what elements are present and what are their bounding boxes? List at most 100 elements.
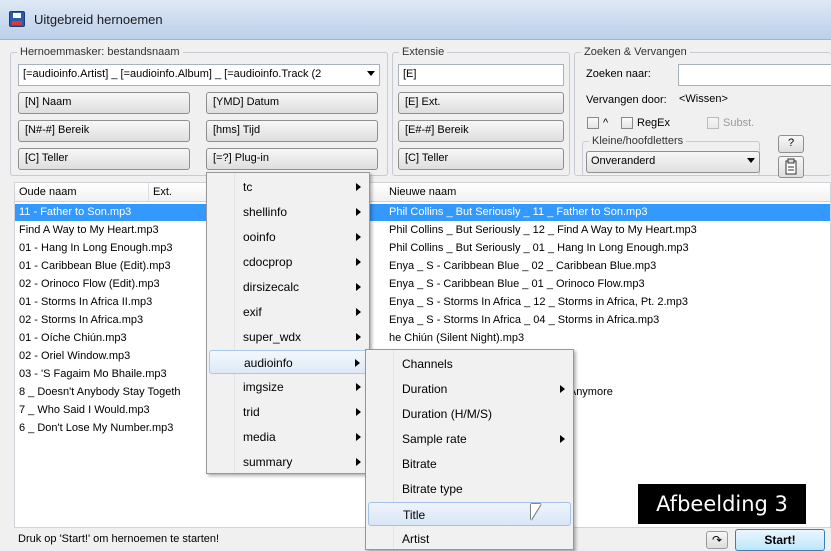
new-name-cell: Enya _ S - Caribbean Blue _ 01 _ Orinoco… (389, 278, 645, 290)
ext-button[interactable]: [E] Ext. (398, 92, 564, 114)
menu-item-label: super_wdx (243, 330, 302, 344)
menu-item-trid[interactable]: trid (209, 400, 367, 424)
clipboard-icon (785, 158, 797, 175)
replace-label: Vervangen door: (586, 94, 667, 106)
mask-input[interactable]: [=audioinfo.Artist] _ [=audioinfo.Album]… (18, 64, 380, 86)
menu-item-media[interactable]: media (209, 425, 367, 449)
old-name-cell: 02 - Oriel Window.mp3 (19, 350, 131, 362)
case-select[interactable]: Onveranderd (586, 151, 760, 173)
menu-item-label: Channels (402, 357, 453, 371)
caret-label: ^ (603, 117, 609, 129)
menu-item-label: cdocprop (243, 255, 293, 269)
replace-input[interactable]: <Wissen> (678, 90, 831, 112)
table-row[interactable]: Find A Way to My Heart.mp3 Phil Collins _… (15, 222, 830, 239)
ext-counter-button[interactable]: [C] Teller (398, 148, 564, 170)
column-ext[interactable]: Ext. (149, 183, 207, 201)
search-legend: Zoeken & Vervangen (584, 46, 687, 58)
menu-item-label: dirsizecalc (243, 280, 300, 294)
submenu-arrow-icon (356, 408, 361, 416)
plugin-button[interactable]: [=?] Plug-in (206, 148, 378, 170)
old-name-cell: 7 _ Who Said I Would.mp3 (19, 404, 150, 416)
submenu-arrow-icon (356, 308, 361, 316)
regex-checkbox[interactable] (621, 117, 633, 129)
menu-item-ooinfo[interactable]: ooinfo (209, 225, 367, 249)
table-row[interactable]: 02 - Orinoco Flow (Edit).mp3 Enya _ S - C… (15, 276, 830, 293)
submenu-arrow-icon (356, 208, 361, 216)
new-name-cell: Phil Collins _ But Seriously _ 01 _ Hang… (389, 242, 689, 254)
table-row[interactable]: 02 - Storms In Africa.mp3 Enya _ S - Stor… (15, 312, 830, 329)
menu-item-tc[interactable]: tc (209, 175, 367, 199)
table-row[interactable]: 01 - Oíche Chiún.mp3 he Chiún (Silent Nig… (15, 330, 830, 347)
name-button[interactable]: [N] Naam (18, 92, 190, 114)
find-input[interactable] (678, 64, 831, 86)
menu-item-bitrate[interactable]: Bitrate (368, 452, 571, 476)
window-title: Uitgebreid hernoemen (34, 12, 163, 27)
menu-item-label: Duration (402, 382, 448, 396)
menu-item-label: media (243, 430, 276, 444)
counter-button[interactable]: [C] Teller (18, 148, 190, 170)
menu-item-exif[interactable]: exif (209, 300, 367, 324)
menu-item-label: exif (243, 305, 262, 319)
mask-value: [=audioinfo.Artist] _ [=audioinfo.Album]… (23, 68, 322, 80)
menu-item-dirsizecalc[interactable]: dirsizecalc (209, 275, 367, 299)
ext-input[interactable]: [E] (398, 64, 564, 86)
subst-label: Subst. (723, 117, 755, 129)
caret-checkbox[interactable] (587, 117, 599, 129)
menu-item-audioinfo[interactable]: audioinfo (209, 350, 367, 374)
table-row[interactable]: 01 - Hang In Long Enough.mp3 Phil Collins… (15, 240, 830, 257)
app-icon (9, 11, 25, 27)
menu-item-label: tc (243, 180, 253, 194)
ext-range-button[interactable]: [E#-#] Bereik (398, 120, 564, 142)
menu-item-channels[interactable]: Channels (368, 352, 571, 376)
old-name-cell: 01 - Caribbean Blue (Edit).mp3 (19, 260, 171, 272)
table-row[interactable]: 01 - Storms In Africa II.mp3 Enya _ S - S… (15, 294, 830, 311)
new-name-cell: he Chiún (Silent Night).mp3 (389, 332, 525, 344)
menu-item-label: ooinfo (243, 230, 276, 244)
old-name-cell: 01 - Oíche Chiún.mp3 (19, 332, 127, 344)
clipboard-button[interactable] (778, 156, 804, 178)
caption-badge: Afbeelding 3 (638, 484, 806, 524)
range-button[interactable]: [N#-#] Bereik (18, 120, 190, 142)
chevron-down-icon[interactable] (367, 71, 375, 76)
table-row[interactable]: 11 - Father to Son.mp3 Phil Collins _ But… (15, 204, 830, 221)
menu-item-label: trid (243, 405, 260, 419)
menu-item-imgsize[interactable]: imgsize (209, 375, 367, 399)
menu-item-duration[interactable]: Duration (368, 377, 571, 401)
column-new-name[interactable]: Nieuwe naam (385, 183, 831, 201)
menu-item-bitrate-type[interactable]: Bitrate type (368, 477, 571, 501)
menu-item-shellinfo[interactable]: shellinfo (209, 200, 367, 224)
time-button[interactable]: [hms] Tijd (206, 120, 378, 142)
menu-item-sample-rate[interactable]: Sample rate (368, 427, 571, 451)
old-name-cell: 02 - Storms In Africa.mp3 (19, 314, 144, 326)
menu-item-super-wdx[interactable]: super_wdx (209, 325, 367, 349)
menu-item-summary[interactable]: summary (209, 450, 367, 474)
new-name-cell: Enya _ S - Storms In Africa _ 04 _ Storm… (389, 314, 660, 326)
menu-item-label: Bitrate type (402, 482, 463, 496)
help-button[interactable]: ? (778, 135, 804, 153)
audioinfo-submenu: Channels Duration Duration (H/M/S) Sample r… (365, 349, 574, 550)
case-value: Onveranderd (591, 155, 656, 167)
old-name-cell: 8 _ Doesn't Anybody Stay Togeth (19, 386, 181, 398)
new-name-cell: Phil Collins _ But Seriously _ 12 _ Find… (389, 224, 697, 236)
table-row[interactable]: 01 - Caribbean Blue (Edit).mp3 Enya _ S -… (15, 258, 830, 275)
plugin-menu: tc shellinfo ooinfo cdocprop dirsizecalc exif… (206, 172, 370, 474)
menu-item-label: Artist (402, 532, 430, 546)
subst-checkbox[interactable] (707, 117, 719, 129)
old-name-cell: 01 - Storms In Africa II.mp3 (19, 296, 153, 308)
submenu-arrow-icon (356, 458, 361, 466)
submenu-arrow-icon (356, 233, 361, 241)
menu-item-cdocprop[interactable]: cdocprop (209, 250, 367, 274)
undo-button[interactable]: ↷ (706, 531, 728, 549)
menu-item-label: Duration (H/M/S) (402, 407, 493, 421)
menu-item-duration-h-m-s-[interactable]: Duration (H/M/S) (368, 402, 571, 426)
window-titlebar[interactable]: Uitgebreid hernoemen (0, 0, 831, 40)
start-button[interactable]: Start! (735, 529, 825, 551)
undo-icon: ↷ (711, 533, 723, 547)
date-button[interactable]: [YMD] Datum (206, 92, 378, 114)
menu-item-artist[interactable]: Artist (368, 527, 571, 551)
chevron-down-icon[interactable] (747, 158, 755, 163)
find-label: Zoeken naar: (586, 68, 651, 80)
old-name-cell: 02 - Orinoco Flow (Edit).mp3 (19, 278, 160, 290)
new-name-cell: Phil Collins _ But Seriously _ 11 _ Fath… (389, 206, 648, 218)
column-old-name[interactable]: Oude naam (15, 183, 149, 201)
